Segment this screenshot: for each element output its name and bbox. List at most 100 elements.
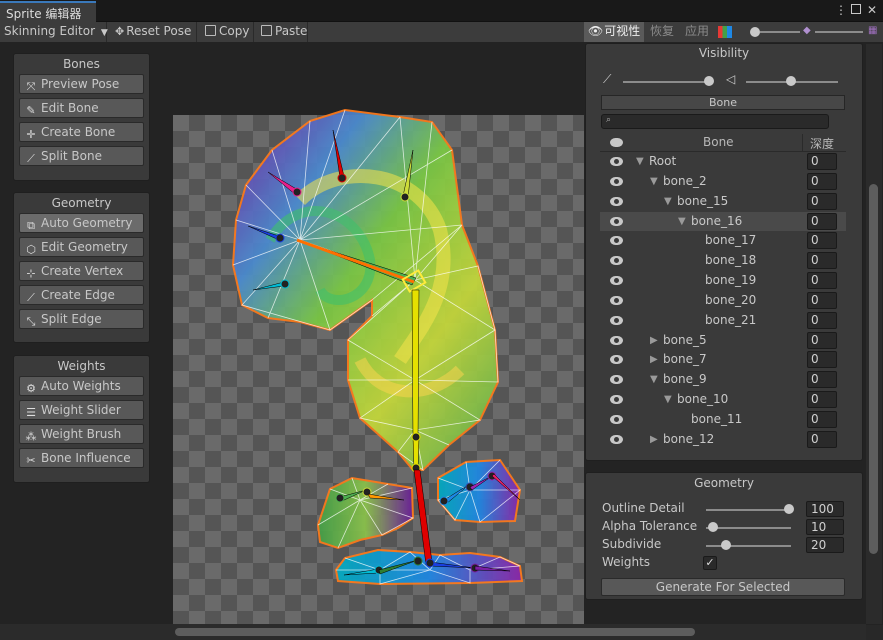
tree-row-bone-21[interactable]: bone_21 0 [600,311,846,331]
tree-row-root[interactable]: ▼ Root 0 [600,152,846,172]
eye-icon[interactable] [610,236,623,246]
depth-field[interactable]: 0 [807,232,837,250]
vertical-scrollbar[interactable] [866,44,882,624]
tree-row-bone-2[interactable]: ▼ bone_2 0 [600,172,846,192]
subdivide-slider[interactable] [706,545,791,547]
split-bone-button[interactable]: ⟋ Split Bone [19,146,144,166]
expand-arrow-icon[interactable]: ▶ [650,430,658,449]
split-edge-button[interactable]: ⤡ Split Edge [19,309,144,329]
joint-icon[interactable] [337,173,347,183]
eye-icon[interactable] [610,276,623,286]
tree-row-bone-16[interactable]: ▼ bone_16 0 [600,211,846,232]
preview-pose-button[interactable]: ⤧ Preview Pose [19,74,144,94]
eye-icon[interactable] [610,157,623,166]
joint-icon[interactable] [400,192,410,202]
eye-icon[interactable] [610,375,623,385]
joint-icon[interactable] [335,493,345,503]
outline-detail-field[interactable]: 100 [806,501,844,517]
tree-row-bone-17[interactable]: bone_17 0 [600,231,846,251]
alpha-tolerance-field[interactable]: 10 [806,519,844,535]
depth-field[interactable]: 0 [807,252,837,270]
eye-icon[interactable] [610,434,623,444]
subdivide-field[interactable]: 20 [806,537,844,553]
weight-slider-button[interactable]: ☰ Weight Slider [19,400,144,420]
eye-icon[interactable] [610,295,623,305]
tree-row-bone-10[interactable]: ▼ bone_10 0 [600,390,846,410]
depth-field[interactable]: 0 [807,331,837,349]
expand-arrow-icon[interactable]: ▼ [650,370,658,389]
expand-arrow-icon[interactable]: ▼ [664,390,672,409]
eye-icon[interactable] [610,395,623,405]
vertical-scroll-thumb[interactable] [869,184,878,554]
create-edge-button[interactable]: ⟋ Create Edge [19,285,144,305]
bone-search-input[interactable]: ⌕ [601,114,829,129]
depth-field[interactable]: 0 [807,172,837,190]
joint-icon[interactable] [439,496,449,506]
bone-16-gizmo[interactable] [413,469,433,566]
expand-arrow-icon[interactable]: ▼ [650,172,658,191]
depth-field[interactable]: 0 [807,391,837,409]
eye-icon[interactable] [610,315,623,325]
tree-row-bone-7[interactable]: ▶ bone_7 0 [600,350,846,370]
auto-weights-button[interactable]: ⚙ Auto Weights [19,376,144,396]
depth-field[interactable]: 0 [807,351,837,369]
subdivide-knob[interactable] [721,540,731,550]
tree-row-bone-9[interactable]: ▼ bone_9 0 [600,370,846,390]
depth-field[interactable]: 0 [807,212,837,230]
joint-icon[interactable] [411,432,421,442]
depth-column-header[interactable]: 深度 [810,135,834,152]
eye-icon[interactable] [610,256,623,266]
tree-row-bone-11[interactable]: bone_11 0 [600,410,846,430]
generate-for-selected-button[interactable]: Generate For Selected [601,578,845,596]
eye-icon[interactable] [610,414,623,424]
bone-influence-button[interactable]: ✂ Bone Influence [19,448,144,468]
depth-field[interactable]: 0 [807,410,837,428]
bone-tab[interactable]: Bone [601,95,845,110]
create-vertex-button[interactable]: ⊹ Create Vertex [19,261,144,281]
mesh-opacity-knob[interactable] [786,76,796,86]
joint-icon[interactable] [425,558,435,568]
depth-field[interactable]: 0 [807,272,837,290]
edit-bone-button[interactable]: ✎ Edit Bone [19,98,144,118]
alpha-tolerance-slider[interactable] [706,527,791,529]
tree-row-bone-19[interactable]: bone_19 0 [600,271,846,291]
create-bone-button[interactable]: ✛ Create Bone [19,122,144,142]
eye-icon[interactable] [610,176,623,186]
depth-field[interactable]: 0 [807,311,837,329]
tree-row-bone-15[interactable]: ▼ bone_15 0 [600,192,846,212]
expand-arrow-icon[interactable]: ▼ [636,152,644,171]
expand-arrow-icon[interactable]: ▶ [650,331,658,350]
weights-checkbox[interactable]: ✓ [703,556,717,570]
weight-brush-button[interactable]: ⁂ Weight Brush [19,424,144,444]
eye-icon[interactable] [610,216,623,226]
edit-geometry-button[interactable]: ⬡ Edit Geometry [19,237,144,257]
depth-field[interactable]: 0 [807,192,837,210]
depth-field[interactable]: 0 [807,430,837,448]
eye-icon[interactable] [610,335,623,345]
expand-arrow-icon[interactable]: ▶ [650,350,658,369]
tree-row-bone-20[interactable]: bone_20 0 [600,291,846,311]
bone-2-gizmo[interactable] [411,289,420,438]
horizontal-scrollbar[interactable] [0,624,866,640]
alpha-tolerance-knob[interactable] [708,522,718,532]
bone-column-header[interactable]: Bone [703,135,734,149]
depth-field[interactable]: 0 [807,291,837,309]
depth-field[interactable]: 0 [807,153,837,170]
joint-icon[interactable] [413,556,423,566]
bone-opacity-knob[interactable] [704,76,714,86]
bone-opacity-slider[interactable] [623,81,711,83]
expand-arrow-icon[interactable]: ▼ [678,212,686,231]
eye-icon[interactable] [610,196,623,206]
tree-row-bone-18[interactable]: bone_18 0 [600,251,846,271]
outline-detail-knob[interactable] [784,504,794,514]
expand-arrow-icon[interactable]: ▼ [664,192,672,211]
joint-icon[interactable] [292,187,302,197]
tree-row-bone-5[interactable]: ▶ bone_5 0 [600,331,846,351]
auto-geometry-button[interactable]: ⧉ Auto Geometry [19,213,144,233]
depth-field[interactable]: 0 [807,371,837,389]
outline-detail-slider[interactable] [706,509,791,511]
joint-icon[interactable] [280,279,290,289]
eye-icon[interactable] [610,355,623,365]
horizontal-scroll-thumb[interactable] [175,628,695,636]
tree-row-bone-12[interactable]: ▶ bone_12 0 [600,430,846,450]
